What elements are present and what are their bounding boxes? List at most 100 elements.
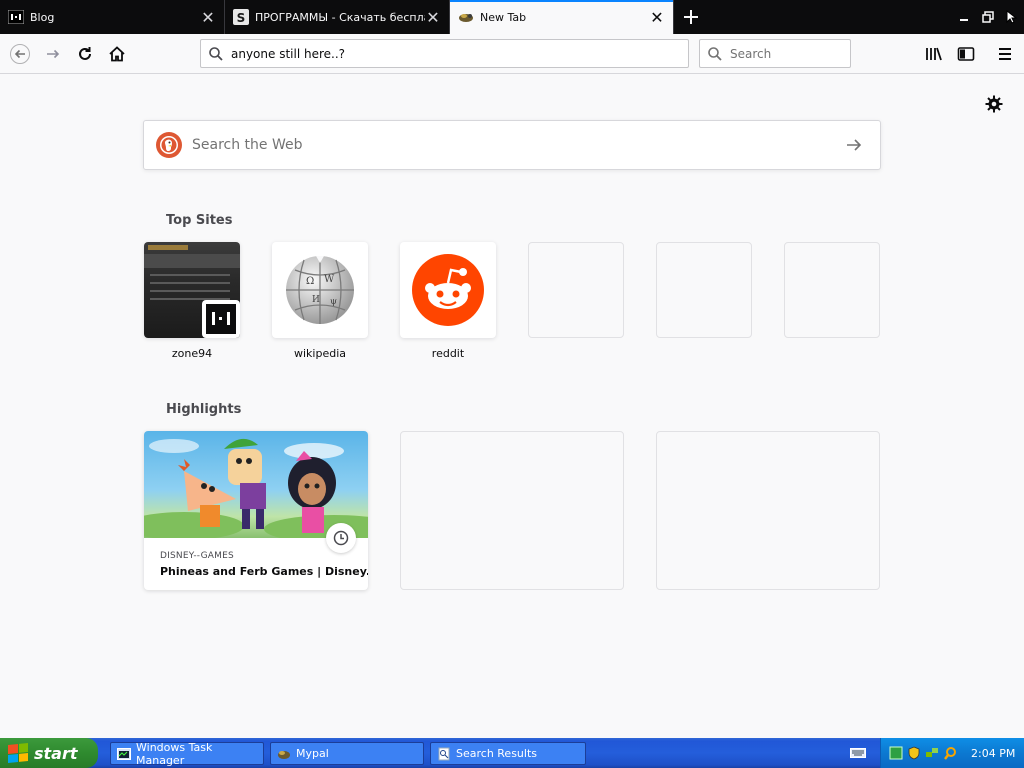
tab-title: Blog bbox=[30, 10, 55, 24]
task-label: Mypal bbox=[296, 747, 329, 760]
top-site-empty bbox=[656, 242, 752, 338]
close-window-button[interactable] bbox=[1000, 0, 1024, 34]
network-icon[interactable] bbox=[925, 746, 939, 760]
search-bar[interactable]: Search bbox=[699, 39, 851, 68]
green-app-tray-icon[interactable] bbox=[889, 746, 903, 760]
url-input[interactable]: anyone still here..? bbox=[231, 47, 345, 61]
reload-icon bbox=[79, 47, 91, 60]
top-site-wikipedia[interactable]: Ω W И ψ wikipedia bbox=[272, 242, 368, 360]
navigation-toolbar: anyone still here..? Search bbox=[0, 34, 1024, 74]
blog-favicon-icon bbox=[8, 9, 24, 25]
search-tray-icon[interactable] bbox=[943, 746, 957, 760]
programs-favicon-icon: S bbox=[233, 9, 249, 25]
system-tray: 2:04 PM bbox=[880, 738, 1024, 768]
highlight-title: Phineas and Ferb Games | Disney... bbox=[160, 565, 368, 578]
new-tab-page: Search the Web Top Sites zone94 Ω W И ψ … bbox=[0, 74, 1024, 738]
library-icon bbox=[926, 47, 942, 61]
search-icon bbox=[708, 46, 722, 61]
top-site-tile[interactable] bbox=[400, 242, 496, 338]
tab-programs[interactable]: S ПРОГРАММЫ - Скачать бесплатно ✕ bbox=[225, 0, 450, 34]
top-site-reddit[interactable]: reddit bbox=[400, 242, 496, 360]
tab-new-tab[interactable]: New Tab ✕ bbox=[450, 0, 674, 34]
tab-title: ПРОГРАММЫ - Скачать бесплатно bbox=[255, 10, 425, 24]
top-sites-title: Top Sites bbox=[166, 213, 233, 228]
windows-logo-icon bbox=[8, 742, 28, 764]
minimize-button[interactable] bbox=[952, 0, 976, 34]
top-site-label: reddit bbox=[431, 347, 465, 360]
new-tab-button[interactable] bbox=[674, 0, 708, 34]
restore-button[interactable] bbox=[976, 0, 1000, 34]
minimize-icon bbox=[960, 19, 968, 21]
web-search-input[interactable]: Search the Web bbox=[192, 137, 842, 153]
keyboard-language-icon[interactable] bbox=[850, 746, 866, 760]
plus-icon bbox=[684, 10, 698, 24]
tab-close-icon[interactable]: ✕ bbox=[425, 8, 441, 27]
svg-text:И: И bbox=[312, 295, 320, 305]
windows-taskbar: start Windows Task Manager Mypal Search … bbox=[0, 738, 1024, 768]
back-arrow-icon bbox=[10, 44, 30, 64]
restore-icon bbox=[982, 11, 994, 23]
tab-close-icon[interactable]: ✕ bbox=[649, 8, 665, 27]
sidebar-icon bbox=[957, 47, 975, 61]
reddit-logo-icon bbox=[412, 254, 484, 326]
taskbar-item-mypal[interactable]: Mypal bbox=[270, 742, 424, 765]
task-manager-icon bbox=[117, 747, 131, 760]
taskbar-item-search-results[interactable]: Search Results bbox=[430, 742, 586, 765]
duckduckgo-icon bbox=[156, 132, 182, 158]
highlight-source: DISNEY--GAMES bbox=[160, 551, 234, 561]
clock-time[interactable]: 2:04 PM bbox=[971, 747, 1015, 760]
highlight-thumbnail bbox=[144, 431, 368, 538]
svg-text:ψ: ψ bbox=[330, 297, 337, 307]
security-shield-icon[interactable] bbox=[907, 746, 921, 760]
top-site-placeholder bbox=[656, 242, 752, 338]
task-label: Windows Task Manager bbox=[136, 740, 213, 767]
mouse-cursor-icon bbox=[1006, 10, 1018, 24]
library-button[interactable] bbox=[918, 38, 950, 70]
tab-close-icon[interactable]: ✕ bbox=[200, 8, 216, 27]
top-site-placeholder bbox=[784, 242, 880, 338]
home-button[interactable] bbox=[101, 38, 133, 70]
zone94-favicon-icon bbox=[202, 300, 240, 338]
task-label: Search Results bbox=[456, 747, 538, 760]
highlight-placeholder bbox=[656, 431, 880, 590]
tab-title: New Tab bbox=[480, 10, 527, 24]
settings-button[interactable] bbox=[984, 94, 1004, 114]
top-site-zone94[interactable]: zone94 bbox=[144, 242, 240, 360]
mypal-icon bbox=[278, 750, 290, 759]
tab-strip: Blog ✕ S ПРОГРАММЫ - Скачать бесплатно ✕… bbox=[0, 0, 1024, 34]
window-controls bbox=[952, 0, 1024, 34]
highlight-placeholder bbox=[400, 431, 624, 590]
top-site-empty bbox=[784, 242, 880, 338]
svg-text:Ω: Ω bbox=[306, 276, 314, 287]
start-label: start bbox=[34, 743, 78, 763]
clock-icon bbox=[326, 523, 356, 553]
forward-arrow-icon bbox=[47, 49, 60, 59]
top-site-tile[interactable]: Ω W И ψ bbox=[272, 242, 368, 338]
wikipedia-globe-icon: Ω W И ψ bbox=[286, 256, 354, 324]
sidebar-button[interactable] bbox=[950, 38, 982, 70]
start-button[interactable]: start bbox=[0, 738, 98, 768]
top-site-empty bbox=[528, 242, 624, 338]
gear-icon bbox=[985, 95, 1003, 113]
arrow-right-icon bbox=[847, 139, 862, 151]
top-site-tile[interactable] bbox=[144, 242, 240, 338]
search-input[interactable]: Search bbox=[730, 47, 771, 61]
menu-button[interactable] bbox=[989, 38, 1021, 70]
search-go-button[interactable] bbox=[842, 133, 866, 157]
forward-button[interactable] bbox=[37, 38, 69, 70]
search-icon bbox=[209, 46, 223, 61]
top-site-placeholder bbox=[528, 242, 624, 338]
taskbar-item-task-manager[interactable]: Windows Task Manager bbox=[110, 740, 264, 767]
web-search-box[interactable]: Search the Web bbox=[143, 120, 881, 170]
back-button[interactable] bbox=[4, 38, 36, 70]
svg-text:S: S bbox=[237, 11, 246, 25]
tab-blog[interactable]: Blog ✕ bbox=[0, 0, 225, 34]
url-bar[interactable]: anyone still here..? bbox=[200, 39, 689, 68]
menu-icon bbox=[999, 48, 1011, 60]
home-icon bbox=[109, 46, 125, 62]
svg-text:W: W bbox=[324, 274, 335, 285]
top-site-label: zone94 bbox=[171, 347, 213, 360]
reload-button[interactable] bbox=[69, 38, 101, 70]
search-results-icon bbox=[438, 747, 450, 760]
highlight-card[interactable]: DISNEY--GAMES Phineas and Ferb Games | D… bbox=[144, 431, 368, 590]
